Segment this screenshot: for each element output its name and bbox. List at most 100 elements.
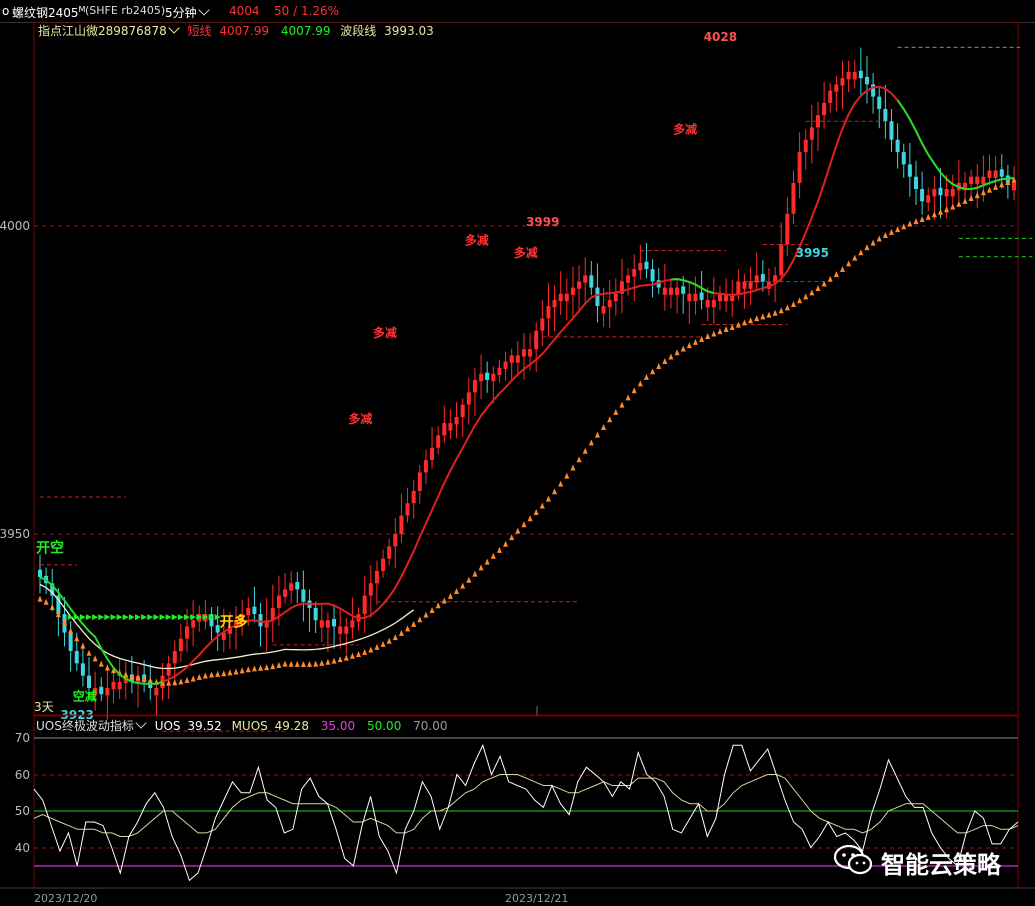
candle-body (779, 244, 784, 276)
sub-indicator-name[interactable]: UOS终极波动指标 (36, 717, 147, 733)
candle-body (681, 286, 686, 294)
wave-arrow (839, 266, 845, 273)
wave-arrow (319, 659, 325, 666)
wave-arrow (270, 663, 276, 670)
green-arrow (177, 614, 184, 621)
candle-body (693, 293, 698, 302)
wave-arrow (245, 666, 251, 673)
candle-body (675, 287, 680, 295)
wave-arrow (741, 319, 747, 326)
indicator-name[interactable]: 指点江山微289876878 (38, 22, 180, 38)
uos-value: 39.52 (187, 719, 222, 733)
annotation-label: 多减 (514, 245, 538, 260)
candle-body (417, 472, 422, 491)
candle-body (411, 490, 416, 504)
candle-body (803, 139, 808, 153)
wave-arrow (386, 637, 392, 644)
wave-arrow (723, 325, 729, 332)
exchange-code: (SHFE rb2405) (85, 4, 166, 17)
wave-arrow (215, 670, 221, 677)
green-arrow (104, 614, 111, 621)
candle-body (276, 595, 281, 608)
candle-body (791, 182, 796, 214)
green-arrow (135, 614, 142, 621)
candle-body (901, 152, 906, 165)
candle-body (889, 121, 894, 140)
wave-arrow (993, 183, 999, 190)
candle-body (405, 503, 410, 516)
wave-arrow (607, 416, 613, 423)
wave-arrow (221, 670, 227, 677)
candle-body (289, 583, 294, 591)
candle-body (938, 187, 943, 196)
wave-arrow (999, 181, 1005, 188)
level3-value: 70.00 (413, 719, 448, 733)
wave-arrow (803, 293, 809, 300)
wave-arrow (705, 333, 711, 340)
wave-arrow (264, 664, 270, 671)
wave-arrow (74, 635, 80, 642)
wave-arrow (294, 660, 300, 667)
candle-body (38, 569, 42, 578)
candle-body (913, 176, 918, 190)
candle-body (172, 651, 177, 664)
green-signal-arrows (67, 614, 221, 621)
candle-body (650, 269, 655, 282)
candle-body (577, 281, 582, 289)
wave-arrow (919, 216, 925, 223)
wave-arrow (711, 330, 717, 337)
wave-arrow (717, 328, 723, 335)
wave-arrow (374, 643, 380, 650)
candle-body (926, 195, 931, 203)
wave-arrow (147, 677, 153, 684)
candle-body (736, 281, 741, 294)
green-arrow (159, 614, 166, 621)
price-change: 50 / 1.26% (274, 4, 340, 18)
main-plot-frame (33, 22, 1019, 717)
wave-arrow (527, 515, 533, 522)
last-price: 4004 (229, 4, 260, 18)
wave-arrow (190, 675, 196, 682)
candle-body (877, 96, 882, 109)
symbol-name[interactable]: 螺纹钢2405M (12, 4, 85, 21)
level1-value: 35.00 (320, 719, 356, 733)
wave-arrow (815, 284, 821, 291)
wave-arrow (558, 480, 564, 487)
candle-body (74, 651, 79, 664)
period-dropdown[interactable]: 5分钟 (165, 4, 210, 21)
wave-arrow (392, 634, 398, 641)
wave-arrow (37, 595, 43, 602)
candle-body (393, 534, 398, 547)
wave-arrow (619, 401, 625, 408)
symbol-name-text: 螺纹钢2405 (12, 6, 79, 20)
candle-body (460, 404, 465, 417)
candle-body (338, 626, 343, 634)
candle-body (399, 515, 404, 534)
candle-body (858, 70, 863, 79)
candle-body (907, 164, 912, 177)
wave-arrow (797, 297, 803, 304)
green-arrow (141, 614, 148, 621)
candle-body (638, 262, 643, 271)
annotation-label: 多减 (373, 325, 397, 340)
wave-arrow (196, 673, 202, 680)
candle-body (883, 108, 888, 122)
candle-body (87, 675, 92, 688)
candle-body (448, 423, 453, 431)
wave-arrow (325, 658, 331, 665)
wave-arrow (784, 304, 790, 311)
candle-body (313, 607, 318, 621)
sub-indicator-legend: UOS终极波动指标 UOS 39.52 MUOS 49.28 35.00 50.… (36, 717, 448, 734)
green-value: 4007.99 (280, 24, 331, 38)
wave-arrow (276, 661, 282, 668)
annotation-label: 4028 (704, 30, 737, 44)
candle-body (368, 583, 373, 596)
annotation-label: 多减 (465, 232, 489, 247)
annotation-label: 空减 (73, 688, 97, 703)
wave-arrow (950, 203, 956, 210)
main-price-chart[interactable]: 4000 3950 开空空减开多多减多减多减多减多减39233999402839… (0, 22, 1035, 906)
wave-arrow (754, 315, 760, 322)
candle-body (485, 372, 490, 380)
wave-arrow (233, 668, 239, 675)
annotation-label: 3995 (796, 246, 829, 260)
